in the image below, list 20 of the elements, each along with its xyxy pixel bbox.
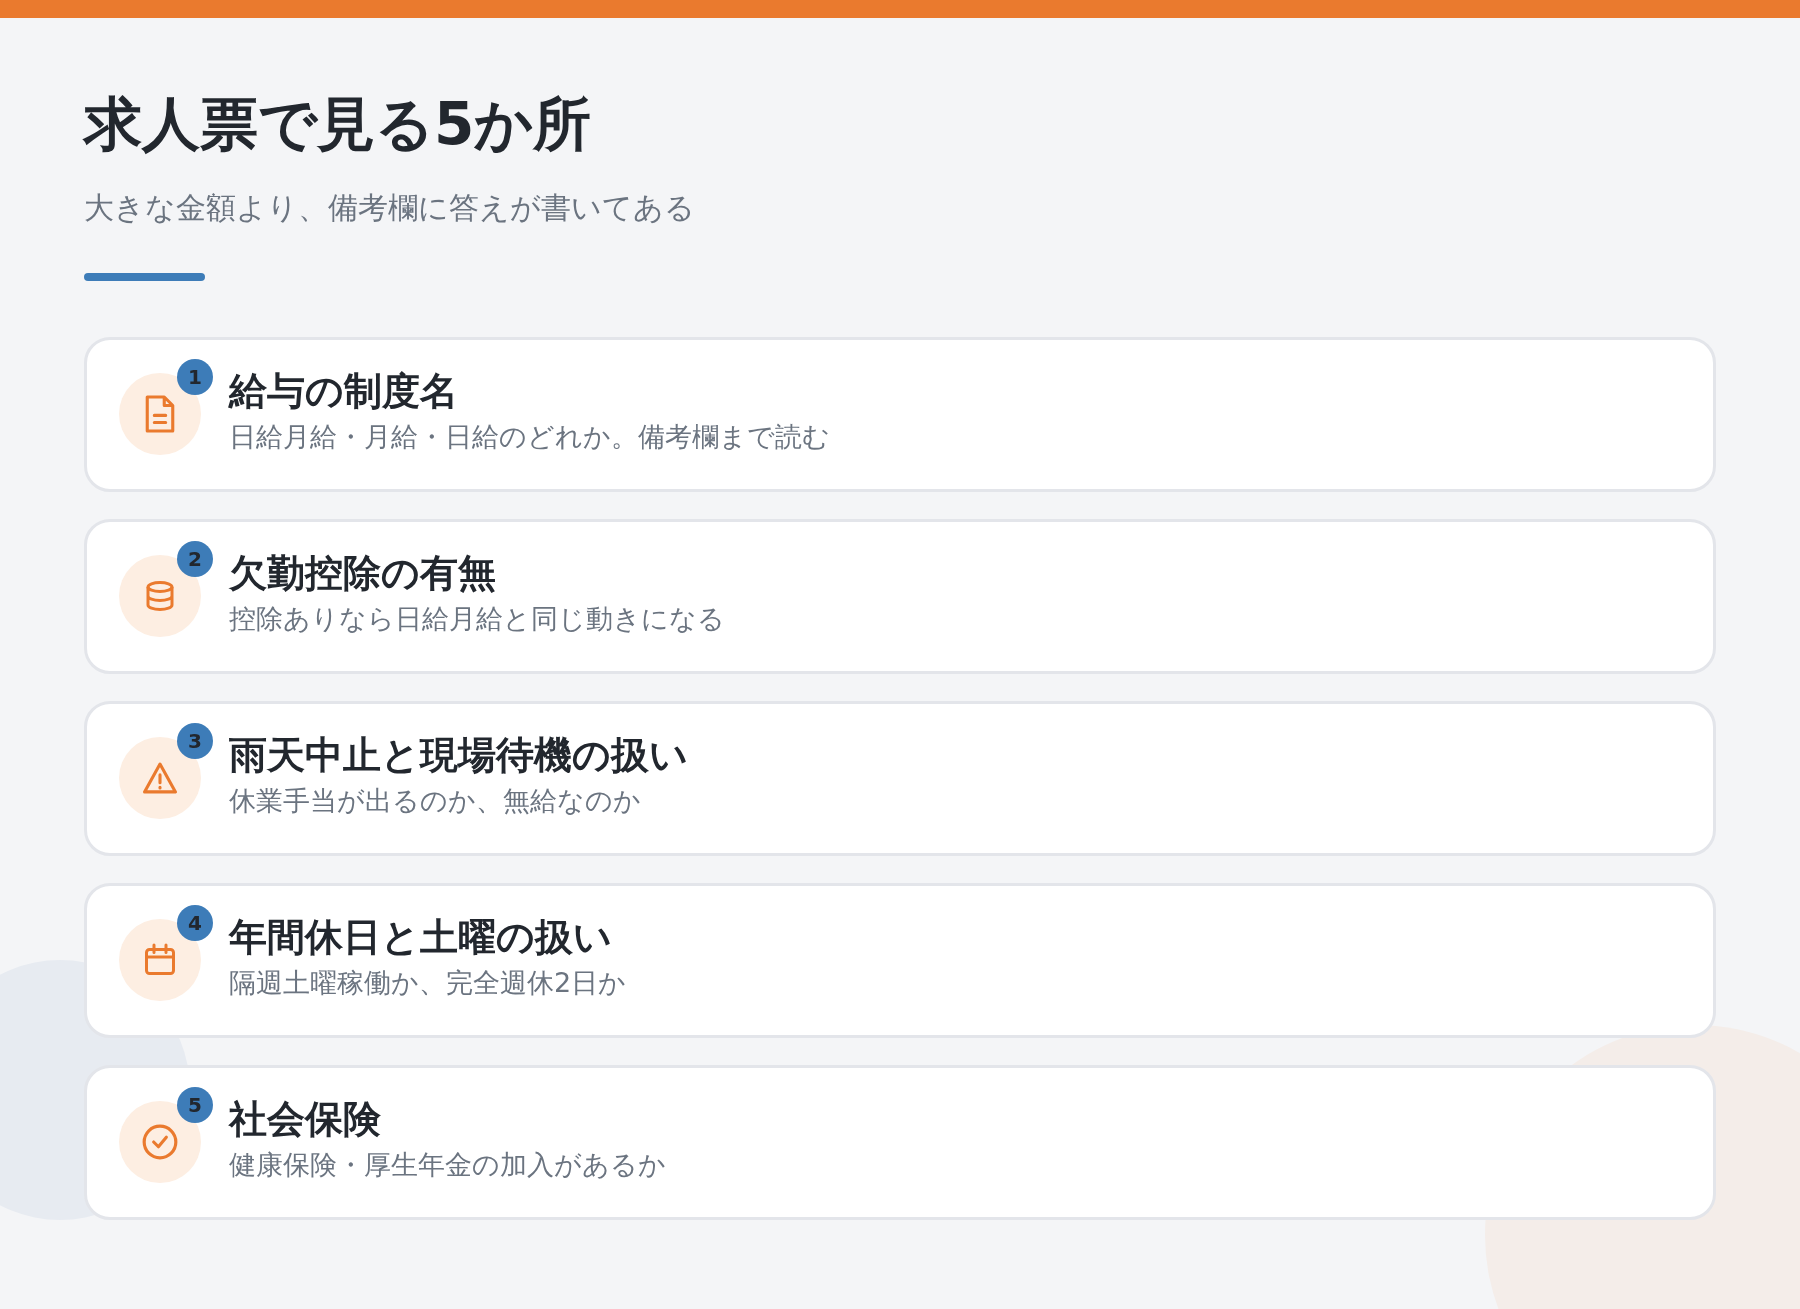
document-icon	[143, 394, 177, 435]
warning-icon	[141, 761, 179, 796]
item-heading: 年間休日と土曜の扱い	[229, 913, 613, 961]
item-heading: 社会保険	[229, 1095, 382, 1143]
number-badge: 1	[177, 359, 213, 396]
item-description: 健康保険・厚生年金の加入があるか	[229, 1148, 666, 1183]
item-heading: 給与の制度名	[229, 367, 459, 415]
item-description: 休業手当が出るのか、無給なのか	[229, 784, 642, 819]
number-badge: 3	[177, 723, 213, 760]
number-badge: 5	[177, 1087, 213, 1124]
item-description: 控除ありなら日給月給と同じ動きになる	[229, 602, 725, 637]
page-title: 求人票で見る5か所	[84, 90, 593, 160]
item-description: 日給月給・月給・日給のどれか。備考欄まで読む	[229, 420, 830, 455]
check-circle-icon	[141, 1123, 179, 1162]
item-description: 隔週土曜稼働か、完全週休2日か	[229, 966, 627, 1001]
subtitle: 大きな金額より、備考欄に答えが書いてある	[84, 188, 696, 227]
number-badge: 4	[177, 905, 213, 942]
item-heading: 雨天中止と現場待機の扱い	[229, 731, 688, 779]
number-badge: 2	[177, 541, 213, 578]
item-heading: 欠勤控除の有無	[229, 549, 497, 597]
